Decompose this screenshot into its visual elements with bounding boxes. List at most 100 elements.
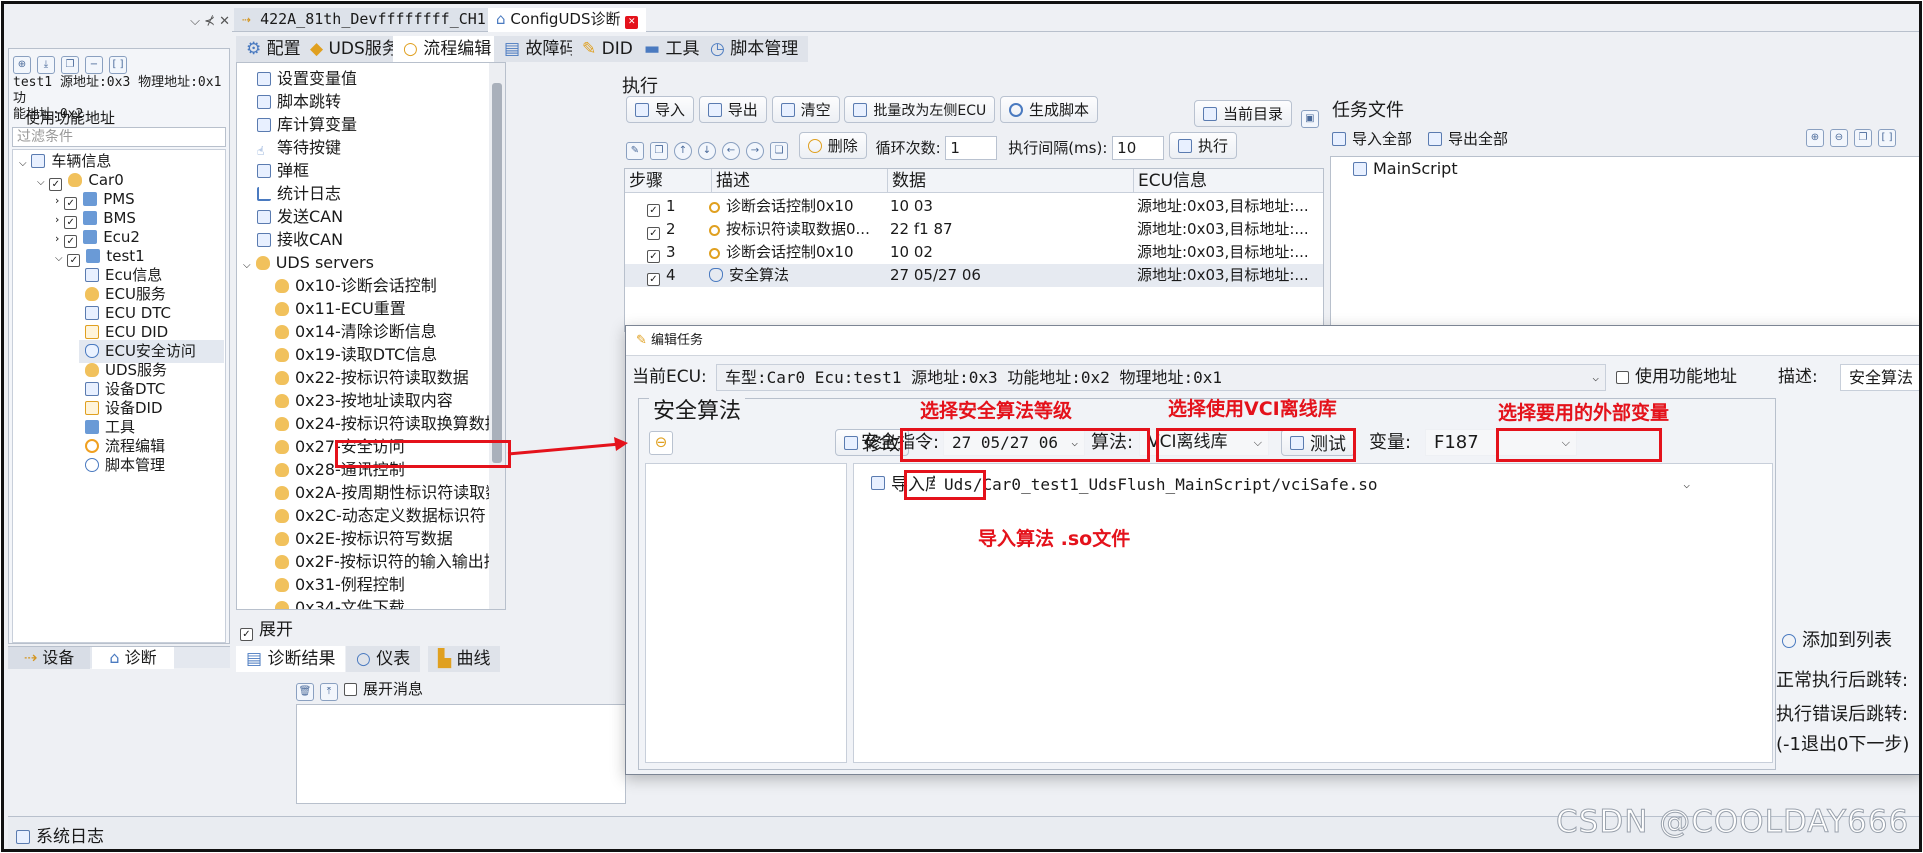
table-row[interactable]: ✓ 3 诊断会话控制0x10 10 02 源地址:0x03,目标地址:... (625, 241, 1323, 264)
current-ecu-select[interactable]: 车型:Car0 Ecu:test1 源地址:0x3 功能地址:0x2 物理地址:… (716, 364, 1606, 391)
tab-diagnose[interactable]: ⌂ 诊断 (92, 647, 174, 669)
app-window: ⌵ ⊀ ✕ ⊕ ⤓ ❐ −[ ] test1 源地址:0x3 物理地址:0x1 功 能… (1, 1, 1922, 852)
palette-item[interactable]: ☝ 等待按键 (257, 136, 341, 159)
col-data[interactable]: 数据 (887, 169, 926, 193)
arrow-up-icon[interactable]: ↑ (674, 141, 692, 160)
export-icon[interactable]: ⤒ (320, 683, 338, 701)
add-icon[interactable]: ⊕ (13, 56, 31, 74)
clear-button[interactable]: 清空 (771, 96, 840, 123)
delete-icon[interactable]: 🗑 (296, 683, 314, 701)
palette-service[interactable]: 0x2C-动态定义数据标识符 (275, 504, 486, 527)
service-icon (275, 394, 289, 408)
checkbox-icon[interactable]: ✓ (647, 204, 660, 217)
palette-item[interactable]: 统计日志 (257, 182, 341, 205)
palette-scrollbar[interactable] (489, 63, 505, 609)
table-row[interactable]: ✓ 1 诊断会话控制0x10 10 03 源地址:0x03,目标地址:... (625, 195, 1323, 218)
duplicate-icon[interactable]: ❏ (770, 141, 788, 160)
bracket-icon[interactable]: [ ] (1878, 129, 1896, 147)
tab-diag-result[interactable]: ▤ 诊断结果 (236, 646, 346, 672)
expand-label: 展开 (259, 620, 293, 640)
arrow-right-icon[interactable]: → (746, 141, 764, 160)
col-step[interactable]: 步骤 (629, 169, 663, 193)
filter-input[interactable]: 过滤条件 (12, 127, 226, 147)
palette-item[interactable]: 弹框 (257, 159, 309, 182)
palette-service[interactable]: 0x10-诊断会话控制 (275, 274, 437, 297)
list-icon (85, 306, 99, 320)
add-to-list-button[interactable]: 添加到列表 (1782, 626, 1892, 652)
close-icon[interactable]: ✕ (625, 16, 639, 29)
remove-icon[interactable]: − (85, 56, 103, 74)
checkbox-icon[interactable] (1616, 371, 1629, 384)
tab-did[interactable]: ✎ DID (572, 36, 643, 62)
palette-service[interactable]: 0x34-文件下载 (275, 596, 405, 609)
palette-service[interactable]: 0x2F-按标识符的输入输出控制 (275, 550, 505, 573)
delete-button[interactable]: 删除 (798, 132, 867, 159)
tab-script-mgr[interactable]: ◷ 脚本管理 (700, 36, 809, 62)
tab-tools[interactable]: ▬ 工具 (634, 36, 710, 62)
desc-input[interactable]: 安全算法 (1840, 364, 1919, 391)
palette-service[interactable]: 0x24-按标识符读取换算数据 (275, 412, 501, 435)
arrow-left-icon[interactable]: ← (722, 141, 740, 160)
checkbox-icon[interactable]: ✓ (240, 628, 253, 641)
current-dir-button[interactable]: 当前目录 (1194, 100, 1293, 127)
palette-item[interactable]: 脚本跳转 (257, 90, 341, 113)
checkbox-icon[interactable]: ✓ (67, 254, 81, 267)
checkbox-icon[interactable]: ✓ (647, 227, 660, 240)
task-file-item[interactable]: MainScript (1353, 157, 1458, 180)
palette-item[interactable]: 库计算变量 (257, 113, 357, 136)
palette-item[interactable]: 接收CAN (257, 228, 343, 251)
add-icon[interactable]: ⊕ (1806, 129, 1824, 147)
edit-icon[interactable]: ✎ (626, 141, 644, 160)
checkbox-icon[interactable] (344, 683, 357, 696)
palette-group-uds[interactable]: ⌵ UDS servers (243, 251, 374, 274)
export-all-button[interactable]: 导出全部 (1428, 128, 1508, 149)
lib-path-input[interactable]: Uds/Car0_test1_UdsFlush_MainScript/vciSa… (935, 471, 1697, 498)
panel-controls[interactable]: ⌵ ⊀ ✕ (8, 14, 230, 36)
tab-gauge[interactable]: ○ 仪表 (346, 646, 421, 672)
syslog-tab[interactable]: 系统日志 (16, 822, 104, 847)
palette-service[interactable]: 0x11-ECU重置 (275, 297, 406, 320)
settings-icon[interactable]: ▣ (1300, 109, 1319, 128)
import-icon[interactable]: ⤓ (37, 56, 55, 74)
scrollbar-thumb[interactable] (492, 83, 502, 463)
palette-service[interactable]: 0x2A-按周期性标识符读取数据 (275, 481, 505, 504)
palette-item[interactable]: 发送CAN (257, 205, 343, 228)
palette-item[interactable]: 设置变量值 (257, 67, 357, 90)
palette-service[interactable]: 0x22-按标识符读取数据 (275, 366, 469, 389)
checkbox-icon[interactable]: ✓ (647, 273, 660, 286)
tab-device[interactable]: ⇢ 设备 (8, 647, 90, 669)
palette-service[interactable]: 0x31-例程控制 (275, 573, 405, 596)
import-all-button[interactable]: 导入全部 (1332, 128, 1412, 149)
remove-circle-icon[interactable]: ⊖ (649, 431, 673, 455)
interval-input[interactable]: 10 (1112, 136, 1165, 160)
loop-count-input[interactable]: 1 (945, 136, 998, 160)
use-func-addr-label[interactable]: 使用功能地址 (25, 107, 115, 128)
file-tab-config[interactable]: ⌂ ConfigUDS诊断 ✕ (488, 8, 647, 32)
security-list[interactable] (645, 463, 847, 763)
copy-icon[interactable]: ❐ (650, 141, 668, 160)
palette-service[interactable]: 0x23-按地址读取内容 (275, 389, 453, 412)
copy-icon[interactable]: ❐ (1854, 129, 1872, 147)
table-row[interactable]: ✓ 2 按标识符读取数据0... 22 f1 87 源地址:0x03,目标地址:.… (625, 218, 1323, 241)
copy-icon[interactable]: ❐ (61, 56, 79, 74)
table-row-selected[interactable]: ✓ 4 安全算法 27 05/27 06 源地址:0x03,目标地址:... (625, 264, 1323, 287)
batch-left-ecu-button[interactable]: 批量改为左侧ECU (844, 96, 996, 123)
palette-service[interactable]: 0x2E-按标识符写数据 (275, 527, 453, 550)
checkbox-icon[interactable]: ✓ (647, 250, 660, 263)
tree-item-script-mgr[interactable]: 脚本管理 (85, 454, 165, 477)
bracket-icon[interactable]: [ ] (109, 56, 127, 74)
remove-icon[interactable]: ⊖ (1830, 129, 1848, 147)
run-button[interactable]: 执行 (1168, 132, 1237, 159)
tab-curve[interactable]: ▙ 曲线 (428, 646, 501, 672)
tab-flow-edit[interactable]: ○ 流程编辑 (393, 36, 502, 62)
exec-toolbar-right: 当前目录 ▣ (1194, 100, 1325, 128)
file-tab-device[interactable]: ⇢ 422A_81th_Devffffffff_CH1 ✕ (234, 8, 515, 31)
col-desc[interactable]: 描述 (711, 169, 750, 193)
import-button[interactable]: 导入 (626, 96, 695, 123)
col-ecu[interactable]: ECU信息 (1133, 169, 1207, 193)
arrow-down-icon[interactable]: ↓ (698, 141, 716, 160)
export-button[interactable]: 导出 (698, 96, 767, 123)
generate-script-button[interactable]: 生成脚本 (1000, 96, 1099, 123)
palette-service[interactable]: 0x19-读取DTC信息 (275, 343, 437, 366)
palette-service[interactable]: 0x14-清除诊断信息 (275, 320, 437, 343)
